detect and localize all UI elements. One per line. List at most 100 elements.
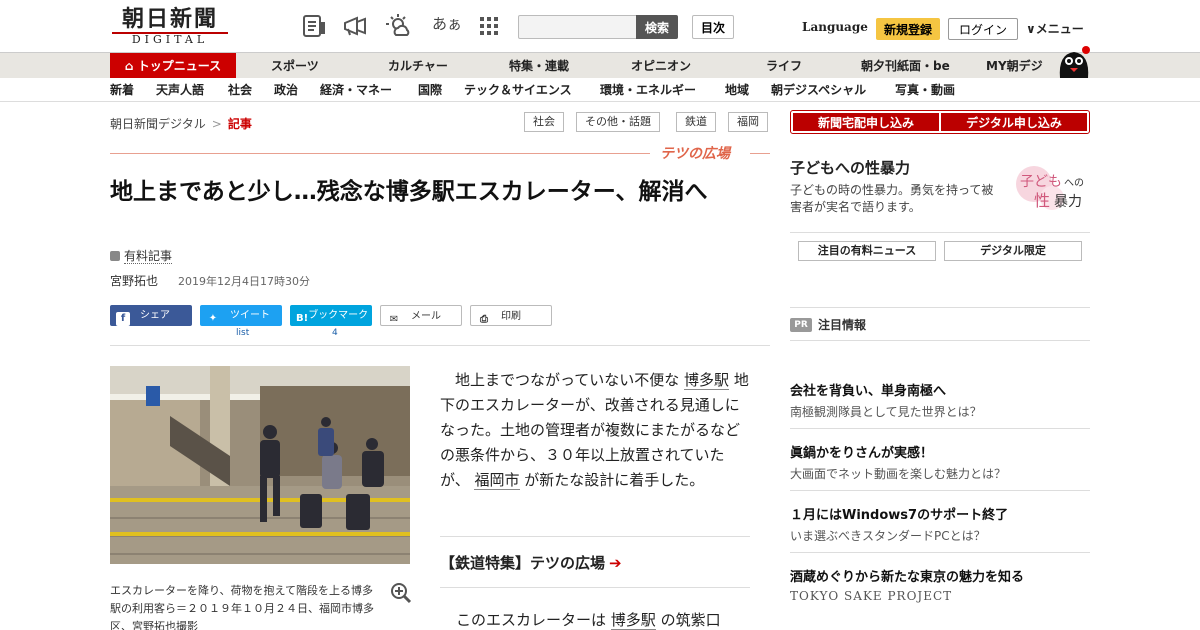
index-button[interactable]: 目次 bbox=[692, 15, 734, 39]
weather-icon[interactable] bbox=[386, 14, 412, 38]
share-label: ツイート bbox=[230, 310, 270, 321]
promo-text: 子どもの時の性暴力。勇気を持って被害者が実名で語ります。 bbox=[790, 183, 994, 214]
logo-sub-text: DIGITAL bbox=[112, 32, 228, 46]
pr-item-subtitle[interactable]: 南極観測隊員として見た世界とは？ bbox=[790, 403, 982, 420]
newspaper-icon[interactable] bbox=[302, 14, 328, 38]
nav-my-asadigi[interactable]: MY朝デジ bbox=[986, 53, 1043, 79]
site-logo[interactable]: 朝日新聞 DIGITAL bbox=[112, 8, 228, 46]
section-title[interactable]: テツの広場 bbox=[660, 143, 730, 163]
subnav-society[interactable]: 社会 bbox=[228, 78, 252, 102]
search-input[interactable] bbox=[518, 15, 638, 39]
nav-paper[interactable]: 朝夕刊紙面・be bbox=[861, 53, 950, 79]
print-button[interactable]: ⎙ 印刷 bbox=[470, 305, 552, 326]
pr-item-subtitle[interactable]: 大画面でネット動画を楽しむ魅力とは？ bbox=[790, 465, 1006, 482]
feature-link-label: 【鉄道特集】テツの広場 bbox=[440, 554, 606, 572]
paid-article-label: 有料記事 bbox=[110, 247, 173, 264]
nav-features[interactable]: 特集・連載 bbox=[509, 53, 569, 79]
railway-feature-link[interactable]: 【鉄道特集】テツの広場 ➔ bbox=[440, 552, 622, 573]
subnav-environment[interactable]: 環境・エネルギー bbox=[600, 78, 696, 102]
nav-opinion[interactable]: オピニオン bbox=[631, 53, 691, 79]
subnav-tensei[interactable]: 天声人語 bbox=[156, 78, 204, 102]
pr-item-title[interactable]: 眞鍋かをりさんが実感！ bbox=[790, 442, 933, 461]
arrow-right-icon: ➔ bbox=[609, 554, 622, 572]
pr-item-title[interactable]: １月にはWindows7のサポート終了 bbox=[790, 504, 1008, 523]
divider bbox=[790, 490, 1090, 491]
mascot-icon[interactable] bbox=[1054, 44, 1094, 80]
tag-misc[interactable]: その他・話題 bbox=[576, 112, 660, 132]
font-size-toggle[interactable]: あぁ bbox=[432, 13, 462, 34]
sub-nav: 新着 天声人語 社会 政治 経済・マネー 国際 テック＆サイエンス 環境・エネル… bbox=[0, 78, 1200, 102]
share-label: シェア bbox=[140, 310, 170, 321]
search-button[interactable]: 検索 bbox=[636, 15, 678, 39]
promo-logo-text: 子ども bbox=[1020, 174, 1062, 190]
promo-logo-text: への bbox=[1064, 178, 1084, 189]
subnav-international[interactable]: 国際 bbox=[418, 78, 442, 102]
breadcrumb: 朝日新聞デジタル > 記事 bbox=[110, 115, 252, 132]
photo-caption: エスカレーターを降り、荷物を抱えて階段を上る博多駅の利用客ら＝２０１９年１０月２… bbox=[110, 584, 374, 630]
tag-fukuoka[interactable]: 福岡 bbox=[728, 112, 768, 132]
tag-railway[interactable]: 鉄道 bbox=[676, 112, 716, 132]
subnav-tech[interactable]: テック＆サイエンス bbox=[464, 78, 572, 102]
digital-exclusive-button[interactable]: デジタル限定 bbox=[944, 241, 1082, 261]
nav-life[interactable]: ライフ bbox=[766, 53, 802, 79]
login-button[interactable]: ログイン bbox=[948, 18, 1018, 40]
hatena-bookmark-icon: B! bbox=[296, 313, 309, 324]
tag-society[interactable]: 社会 bbox=[524, 112, 564, 132]
megaphone-icon[interactable] bbox=[342, 14, 368, 38]
divider bbox=[790, 428, 1090, 429]
menu-button[interactable]: ∨メニュー bbox=[1026, 20, 1084, 37]
twitter-count[interactable]: list bbox=[236, 328, 249, 338]
subnav-politics[interactable]: 政治 bbox=[274, 78, 298, 102]
share-hatena-button[interactable]: B!ブックマーク bbox=[290, 305, 372, 326]
home-icon: ⌂ bbox=[124, 59, 134, 73]
pr-item-title[interactable]: 酒蔵めぐりから新たな東京の魅力を知る bbox=[790, 566, 1024, 585]
divider bbox=[790, 552, 1090, 553]
article-photo[interactable] bbox=[110, 366, 410, 564]
share-twitter-button[interactable]: ✦ ツイート bbox=[200, 305, 282, 326]
pr-item-subtitle[interactable]: いま選ぶべきスタンダードPCとは？ bbox=[790, 527, 986, 544]
twitter-icon: ✦ bbox=[208, 313, 218, 324]
article-body: 地上までつながっていない不便な 博多駅 地下のエスカレーターが、改善される見通し… bbox=[440, 368, 752, 493]
subnav-latest[interactable]: 新着 bbox=[110, 78, 134, 102]
logo-main-text: 朝日新聞 bbox=[121, 6, 218, 32]
nav-sports[interactable]: スポーツ bbox=[271, 53, 319, 79]
pr-section-title: 注目情報 bbox=[818, 318, 867, 332]
breadcrumb-current: 記事 bbox=[227, 117, 252, 131]
subnav-region[interactable]: 地域 bbox=[725, 78, 749, 102]
lock-icon bbox=[110, 251, 120, 261]
share-facebook-button[interactable]: f シェア bbox=[110, 305, 192, 326]
keyword-link-hakata-station[interactable]: 博多駅 bbox=[610, 611, 656, 630]
nav-top-news[interactable]: ⌂ トップニュース bbox=[110, 53, 236, 79]
article-author: 宮野拓也 bbox=[110, 274, 159, 288]
subnav-special[interactable]: 朝デジスペシャル bbox=[771, 78, 866, 102]
keyword-link-fukuoka-city[interactable]: 福岡市 bbox=[474, 471, 520, 490]
featured-paid-news-button[interactable]: 注目の有料ニュース bbox=[798, 241, 936, 261]
subnav-photo-video[interactable]: 写真・動画 bbox=[895, 78, 955, 102]
pr-item-title[interactable]: 会社を背負い、単身南極へ bbox=[790, 380, 946, 399]
share-mail-button[interactable]: ✉ メール bbox=[380, 305, 462, 326]
pr-item-subtitle[interactable]: TOKYO SAKE PROJECT bbox=[790, 589, 952, 603]
nav-culture[interactable]: カルチャー bbox=[388, 53, 448, 79]
grid-menu-icon[interactable] bbox=[476, 14, 502, 38]
keyword-link-hakata-station[interactable]: 博多駅 bbox=[684, 371, 730, 390]
menu-label: メニュー bbox=[1035, 22, 1084, 36]
apply-digital-button[interactable]: デジタル申し込み bbox=[941, 113, 1087, 131]
subnav-economy[interactable]: 経済・マネー bbox=[320, 78, 392, 102]
paid-label-text[interactable]: 有料記事 bbox=[124, 249, 173, 264]
promo-title[interactable]: 子どもへの性暴力 bbox=[790, 157, 910, 178]
zoom-icon[interactable] bbox=[390, 582, 412, 604]
chevron-down-icon: ∨ bbox=[1026, 22, 1036, 36]
site-header: 朝日新聞 DIGITAL あぁ 検索 目次 Language 新規登録 ログイン… bbox=[0, 0, 1200, 52]
register-button[interactable]: 新規登録 bbox=[876, 18, 940, 40]
share-label: ブックマーク bbox=[308, 310, 369, 321]
printer-icon: ⎙ bbox=[480, 314, 488, 325]
promo-logo-text: 性 bbox=[1034, 191, 1050, 210]
section-divider bbox=[110, 153, 650, 154]
promo-logo[interactable]: 子ども への 性 暴力 bbox=[1012, 164, 1092, 214]
apply-home-delivery-button[interactable]: 新聞宅配申し込み bbox=[793, 113, 939, 131]
section-divider bbox=[750, 153, 770, 154]
language-link[interactable]: Language bbox=[802, 20, 868, 34]
main-nav: ⌂ トップニュース スポーツ カルチャー 特集・連載 オピニオン ライフ 朝夕刊… bbox=[0, 52, 1200, 79]
breadcrumb-home[interactable]: 朝日新聞デジタル bbox=[110, 117, 206, 131]
hatena-count: 4 bbox=[332, 328, 338, 338]
